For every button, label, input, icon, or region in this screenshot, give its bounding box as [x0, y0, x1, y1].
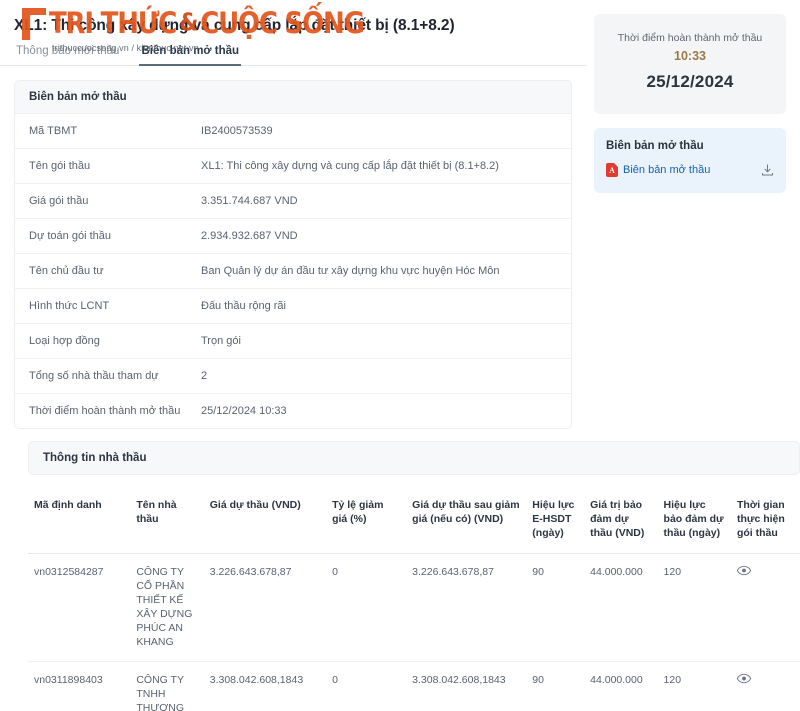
- info-label: Tổng số nhà thầu tham dự: [29, 370, 159, 383]
- info-label: Tên gói thầu: [29, 160, 91, 173]
- info-value: Đấu thầu rộng rãi: [201, 300, 286, 313]
- cell-gia-sau-giam-gia: 3.226.643.678,87: [406, 553, 527, 662]
- info-row-gia-goi-thau: Giá gói thầu 3.351.744.687 VND: [15, 184, 571, 220]
- info-value: XL1: Thi công xây dựng và cung cấp lắp đ…: [201, 160, 499, 173]
- info-row-tong-so-nha-thau: Tổng số nhà thầu tham dự 2: [15, 359, 571, 395]
- info-label: Giá gói thầu: [29, 195, 89, 208]
- page-root: XL1: Thi công xây dựng và cung cấp lắp đ…: [0, 0, 800, 711]
- page-title: XL1: Thi công xây dựng và cung cấp lắp đ…: [14, 17, 455, 34]
- cell-hieu-luc-ehsdt: 90: [526, 661, 585, 711]
- info-label: Tên chủ đầu tư: [29, 265, 104, 278]
- sidebar: Thời điểm hoàn thành mở thầu 10:33 25/12…: [594, 14, 786, 193]
- cell-thoi-gian-thuc-hien: [730, 553, 800, 662]
- info-value: 2.934.932.687 VND: [201, 230, 298, 243]
- download-icon[interactable]: [761, 163, 774, 177]
- cell-hieu-luc-bao-dam: 120: [657, 553, 731, 662]
- cell-gia-du-thau: 3.308.042.608,1843: [203, 661, 327, 711]
- tab-thong-bao-moi-thau[interactable]: Thông báo mời thầu: [14, 45, 121, 66]
- info-label: Loại hợp đồng: [29, 335, 100, 348]
- cell-ma-dinh-danh: vn0311898403: [28, 661, 131, 711]
- info-value: 2: [201, 370, 208, 383]
- info-row-hinh-thuc-lcnt: Hình thức LCNT Đấu thầu rộng rãi: [15, 289, 571, 325]
- info-label: Thời điểm hoàn thành mở thầu: [29, 405, 181, 418]
- col-header-ma-dinh-danh: Mã định danh: [28, 489, 131, 554]
- cell-ten-nha-thau: CÔNG TY CỔ PHẦN THIẾT KẾ XÂY DỰNG PHÚC A…: [130, 553, 204, 662]
- pdf-icon: A: [606, 163, 618, 177]
- info-label: Hình thức LCNT: [29, 300, 110, 313]
- opening-time-label: Thời điểm hoàn thành mở thầu: [617, 32, 763, 44]
- cell-ten-nha-thau: CÔNG TY TNHH THƯƠNG MẠI DỊCH VỤ KỸ THUẬT…: [130, 661, 204, 711]
- cell-gia-tri-bao-dam: 44.000.000: [584, 661, 658, 711]
- col-header-gia-sau-giam-gia: Giá dự thầu sau giảm giá (nếu có) (VND): [406, 489, 527, 554]
- view-details-eye-icon[interactable]: [736, 565, 752, 580]
- table-header-row: Mã định danh Tên nhà thầu Giá dự thầu (V…: [28, 489, 800, 554]
- info-row-ten-chu-dau-tu: Tên chủ đầu tư Ban Quản lý dự án đầu tư …: [15, 254, 571, 290]
- info-row-loai-hop-dong: Loại hợp đồng Trọn gói: [15, 324, 571, 360]
- opening-date-value: 25/12/2024: [646, 72, 734, 91]
- info-value: 25/12/2024 10:33: [201, 405, 287, 418]
- col-header-gia-du-thau: Giá dự thầu (VND): [203, 489, 327, 554]
- table-row[interactable]: vn0311898403 CÔNG TY TNHH THƯƠNG MẠI DỊC…: [28, 661, 800, 711]
- info-label: Dự toán gói thầu: [29, 230, 111, 243]
- col-header-ty-le-giam-gia: Tỷ lệ giảm giá (%): [326, 489, 407, 554]
- info-value: IB2400573539: [201, 125, 273, 138]
- cell-gia-tri-bao-dam: 44.000.000: [584, 553, 658, 662]
- cell-gia-sau-giam-gia: 3.308.042.608,1843: [406, 661, 527, 711]
- info-value: Trọn gói: [201, 335, 241, 348]
- cell-gia-du-thau: 3.226.643.678,87: [203, 553, 327, 662]
- bidders-section: Thông tin nhà thầu Mã định danh Tên nhà …: [14, 441, 800, 711]
- document-download-link[interactable]: Biên bản mở thầu: [623, 164, 710, 176]
- info-row-thoi-diem-hoan-thanh: Thời điểm hoàn thành mở thầu 25/12/2024 …: [15, 394, 571, 428]
- view-details-eye-icon[interactable]: [736, 673, 752, 688]
- bidders-panel-heading: Thông tin nhà thầu: [28, 441, 800, 475]
- document-row: A Biên bản mở thầu: [606, 163, 774, 177]
- col-header-thoi-gian-thuc-hien: Thời gian thực hiện gói thầu: [730, 489, 800, 554]
- cell-hieu-luc-bao-dam: 120: [657, 661, 731, 711]
- info-row-ma-tbmt: Mã TBMT IB2400573539: [15, 114, 571, 150]
- record-panel: Biên bản mở thầu Mã TBMT IB2400573539 Tê…: [14, 80, 572, 430]
- table-row[interactable]: vn0312584287 CÔNG TY CỔ PHẦN THIẾT KẾ XÂ…: [28, 553, 800, 662]
- bidders-table: Mã định danh Tên nhà thầu Giá dự thầu (V…: [28, 489, 800, 711]
- col-header-ten-nha-thau: Tên nhà thầu: [130, 489, 204, 554]
- opening-time-card: Thời điểm hoàn thành mở thầu 10:33 25/12…: [594, 14, 786, 114]
- cell-ma-dinh-danh: vn0312584287: [28, 553, 131, 662]
- tab-bar: Thông báo mời thầu Biên bản mở thầu: [0, 36, 586, 67]
- cell-ty-le-giam-gia: 0: [326, 553, 407, 662]
- opening-time-value: 10:33: [674, 49, 706, 63]
- col-header-hieu-luc-ehsdt: Hiệu lực E-HSDT (ngày): [526, 489, 585, 554]
- info-row-ten-goi-thau: Tên gói thầu XL1: Thi công xây dựng và c…: [15, 149, 571, 185]
- info-label: Mã TBMT: [29, 125, 78, 138]
- col-header-gia-tri-bao-dam: Giá trị bảo đảm dự thầu (VND): [584, 489, 658, 554]
- document-card: Biên bản mở thầu A Biên bản mở thầu: [594, 128, 786, 193]
- cell-thoi-gian-thuc-hien: [730, 661, 800, 711]
- document-card-title: Biên bản mở thầu: [606, 140, 704, 152]
- tab-bien-ban-mo-thau[interactable]: Biên bản mở thầu: [139, 45, 242, 67]
- record-panel-heading: Biên bản mở thầu: [15, 81, 571, 115]
- info-value: Ban Quản lý dự án đầu tư xây dựng khu vự…: [201, 265, 500, 278]
- info-value: 3.351.744.687 VND: [201, 195, 298, 208]
- info-row-du-toan-goi-thau: Dự toán gói thầu 2.934.932.687 VND: [15, 219, 571, 255]
- col-header-hieu-luc-bao-dam: Hiệu lực bảo đảm dự thầu (ngày): [657, 489, 731, 554]
- cell-ty-le-giam-gia: 0: [326, 661, 407, 711]
- cell-hieu-luc-ehsdt: 90: [526, 553, 585, 662]
